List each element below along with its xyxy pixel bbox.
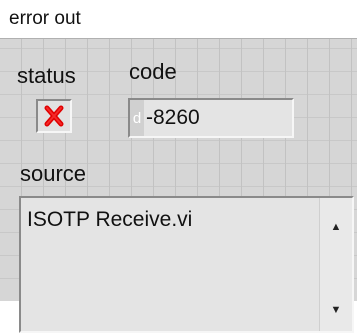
error-out-title: error out [9, 8, 81, 29]
scroll-up-arrow-icon[interactable]: ▲ [320, 212, 352, 242]
status-indicator[interactable] [36, 99, 72, 133]
status-label: status [17, 63, 76, 88]
code-field[interactable]: d -8260 [128, 98, 294, 138]
code-label: code [129, 59, 177, 84]
source-label: source [20, 161, 87, 186]
source-scrollbar[interactable]: ▲ ▼ [319, 198, 352, 331]
source-field[interactable]: ISOTP Receive.vi ▲ ▼ [19, 196, 354, 333]
radix-indicator[interactable]: d [130, 100, 144, 136]
code-value: -8260 [146, 106, 200, 129]
red-x-icon [44, 105, 64, 127]
error-out-cluster: status code d -8260 source ISOTP Receive… [0, 38, 357, 333]
source-value: ISOTP Receive.vi [27, 208, 193, 231]
